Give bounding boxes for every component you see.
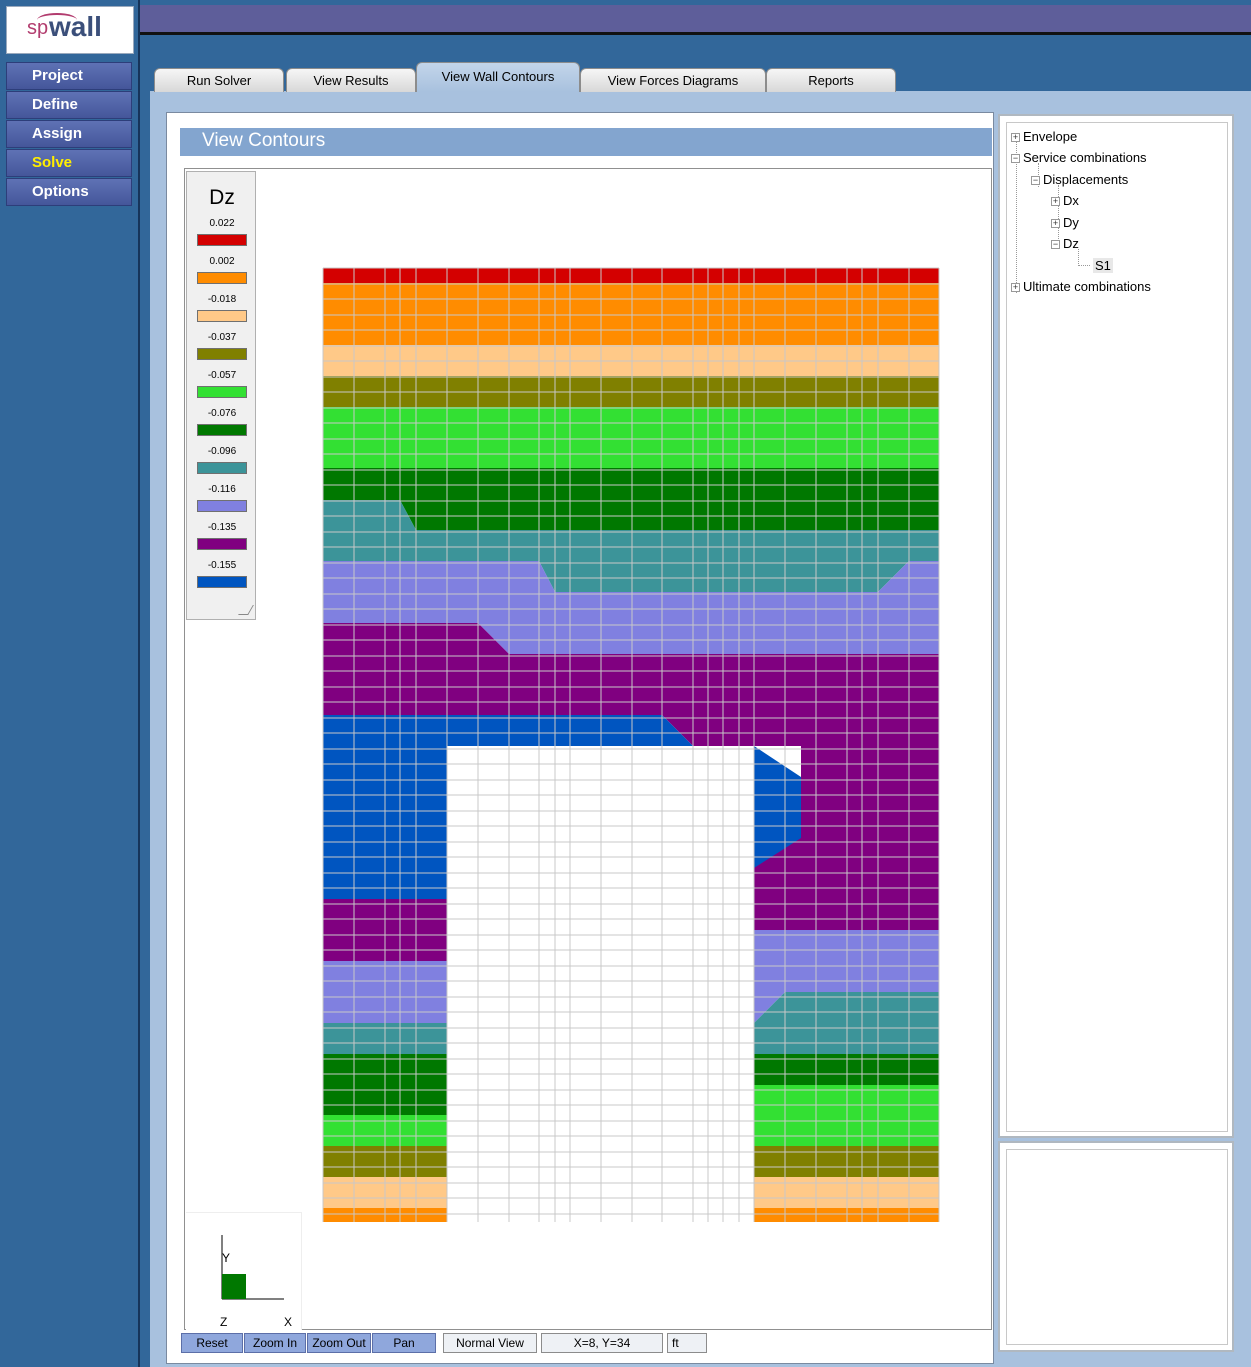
tree-item-label: S1 xyxy=(1095,258,1111,273)
legend-value: -0.096 xyxy=(207,446,237,457)
contour-canvas[interactable] xyxy=(184,168,992,1330)
legend-swatch xyxy=(197,386,247,398)
tree-item-dy[interactable]: + Dy xyxy=(1051,215,1079,230)
tree-item-dz[interactable]: − Dz xyxy=(1051,236,1079,251)
view-toolbar: Reset Zoom In Zoom Out Pan Normal View X… xyxy=(181,1333,991,1353)
menu-item-project[interactable]: Project xyxy=(6,62,132,90)
legend-value: -0.116 xyxy=(208,484,236,495)
tree-item-label: Dx xyxy=(1063,193,1079,208)
axis-y-label: Y xyxy=(222,1251,231,1265)
tree-item-s1[interactable]: S1 xyxy=(1093,258,1113,273)
coordinates-readout: X=8, Y=34 xyxy=(541,1333,663,1353)
collapse-icon[interactable]: − xyxy=(1011,154,1020,163)
legend-value: -0.018 xyxy=(207,294,237,305)
legend-swatch xyxy=(197,500,247,512)
expand-icon[interactable]: + xyxy=(1011,133,1020,142)
legend-value: -0.057 xyxy=(207,370,237,381)
legend-swatch xyxy=(197,310,247,322)
contour-legend[interactable]: Dz 0.022 0.002 -0.018 -0.037 -0.057 -0.0… xyxy=(186,171,256,620)
legend-value: -0.155 xyxy=(207,560,237,571)
logo-wall-text: wall xyxy=(49,11,102,42)
tree-connector xyxy=(1078,265,1090,266)
tree-item-envelope[interactable]: + Envelope xyxy=(1011,129,1077,144)
legend-swatch xyxy=(197,576,247,588)
axis-x-label: X xyxy=(284,1315,293,1329)
view-title: View Contours xyxy=(180,128,992,156)
tree-item-ultimate-combinations[interactable]: + Ultimate combinations xyxy=(1011,279,1151,294)
menu-item-options[interactable]: Options xyxy=(6,178,132,206)
results-tree-panel: + Envelope − Service combinations − Displac… xyxy=(998,114,1234,1138)
app-logo: sp wall xyxy=(6,6,134,54)
info-panel-content xyxy=(1006,1149,1228,1345)
tree-item-label: Displacements xyxy=(1043,172,1129,187)
tab-strip: Run Solver View Results View Wall Contou… xyxy=(150,62,1251,92)
expand-icon[interactable]: + xyxy=(1051,219,1060,228)
collapse-icon[interactable]: − xyxy=(1031,176,1040,185)
zoom-out-button[interactable]: Zoom Out xyxy=(307,1333,371,1353)
collapse-icon[interactable]: − xyxy=(1051,240,1060,249)
legend-swatch xyxy=(197,272,247,284)
legend-swatch xyxy=(197,348,247,360)
results-tree: + Envelope − Service combinations − Displac… xyxy=(1006,122,1228,1132)
tab-view-results[interactable]: View Results xyxy=(286,68,416,92)
menu-item-define[interactable]: Define xyxy=(6,91,132,119)
tab-run-solver[interactable]: Run Solver xyxy=(154,68,284,92)
legend-swatch xyxy=(197,234,247,246)
axis-indicator: Y Z X xyxy=(186,1212,302,1330)
info-panel xyxy=(998,1141,1234,1352)
reset-button[interactable]: Reset xyxy=(181,1333,243,1353)
resize-grip-icon[interactable] xyxy=(238,605,254,615)
axis-triad-icon xyxy=(221,1235,284,1300)
tab-reports[interactable]: Reports xyxy=(766,68,896,92)
tab-view-wall-contours[interactable]: View Wall Contours xyxy=(416,62,580,92)
units-readout: ft xyxy=(667,1333,707,1353)
legend-value: 0.002 xyxy=(209,256,235,267)
legend-swatch xyxy=(197,462,247,474)
axis-z-label: Z xyxy=(220,1315,228,1329)
legend-value: -0.076 xyxy=(207,408,237,419)
top-band xyxy=(140,5,1251,35)
tree-item-dx[interactable]: + Dx xyxy=(1051,193,1079,208)
legend-swatch xyxy=(197,538,247,550)
sidebar-divider xyxy=(138,0,140,1367)
tree-item-label: Dz xyxy=(1063,236,1079,251)
tree-item-service-combinations[interactable]: − Service combinations xyxy=(1011,150,1147,165)
contour-plot[interactable] xyxy=(185,169,993,1331)
legend-value: -0.135 xyxy=(207,522,237,533)
tree-item-label: Service combinations xyxy=(1023,150,1147,165)
tree-item-label: Ultimate combinations xyxy=(1023,279,1151,294)
menu-item-assign[interactable]: Assign xyxy=(6,120,132,148)
legend-swatch xyxy=(197,424,247,436)
view-mode-field: Normal View xyxy=(443,1333,537,1353)
zoom-in-button[interactable]: Zoom In xyxy=(244,1333,306,1353)
tab-view-forces-diagrams[interactable]: View Forces Diagrams xyxy=(580,68,766,92)
legend-title: Dz xyxy=(209,186,235,209)
tree-item-displacements[interactable]: − Displacements xyxy=(1031,172,1128,187)
logo-sp-text: sp xyxy=(27,17,49,39)
expand-icon[interactable]: + xyxy=(1011,283,1020,292)
tree-connector xyxy=(1078,249,1079,264)
legend-value: -0.037 xyxy=(207,332,237,343)
main-menu: Project Define Assign Solve Options xyxy=(6,62,132,207)
menu-item-solve[interactable]: Solve xyxy=(6,149,132,177)
legend-value: 0.022 xyxy=(209,218,235,229)
tree-item-label: Envelope xyxy=(1023,129,1078,144)
tree-item-label: Dy xyxy=(1063,215,1079,230)
pan-button[interactable]: Pan xyxy=(372,1333,436,1353)
expand-icon[interactable]: + xyxy=(1051,197,1060,206)
